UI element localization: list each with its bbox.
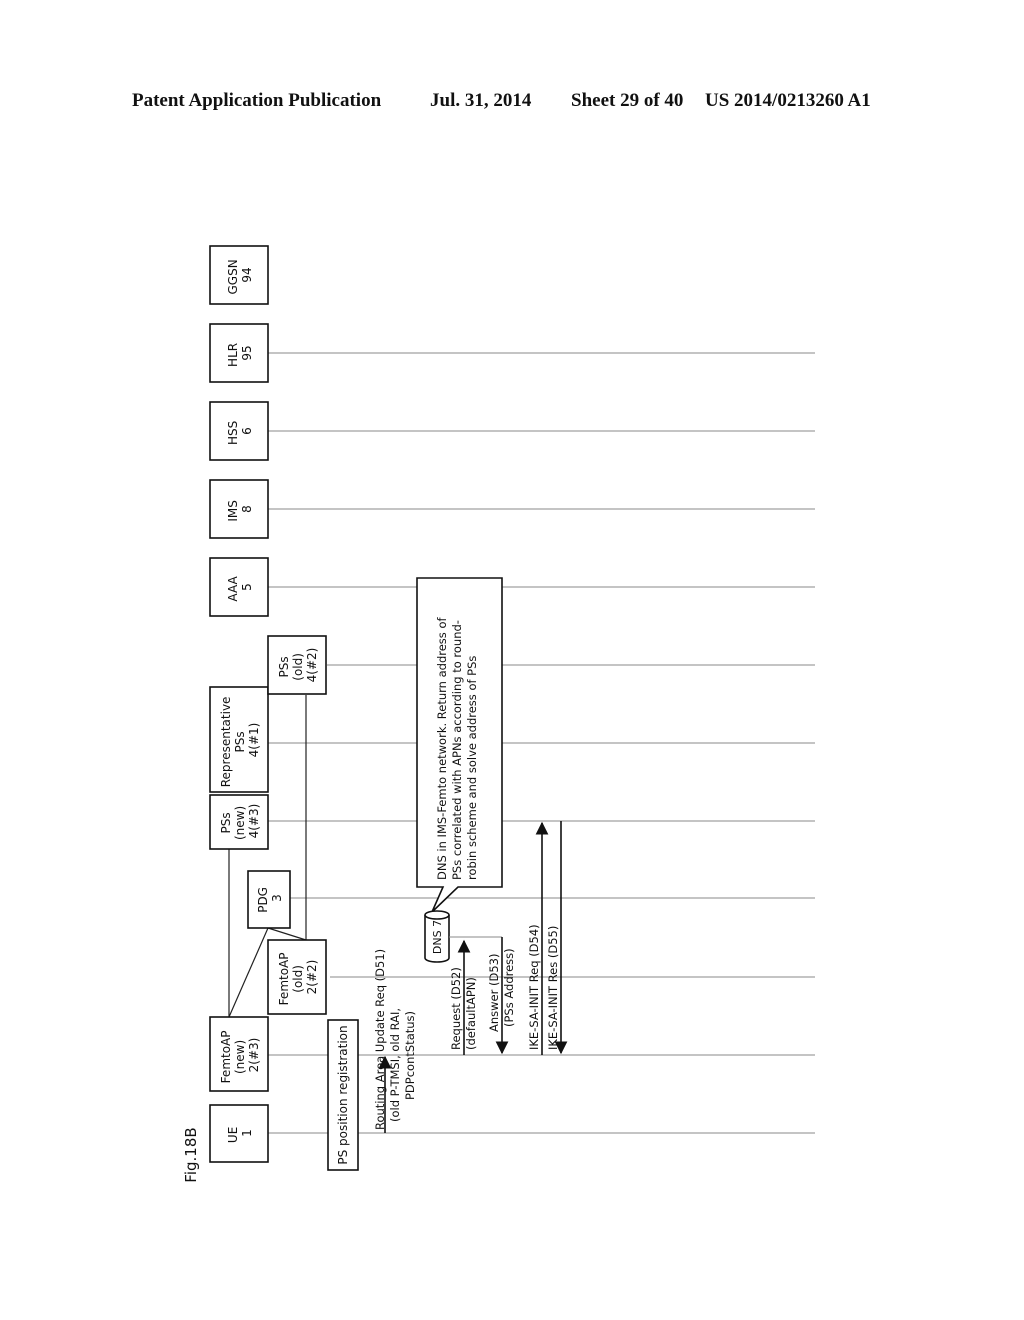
entity-label: PSs — [219, 812, 233, 833]
entity-aaa: AAA 5 — [209, 557, 269, 617]
entity-label: FemtoAP — [277, 953, 291, 1006]
entity-hss: HSS 6 — [209, 401, 269, 461]
entity-id: 6 — [240, 427, 254, 435]
entity-id: 4(#1) — [247, 723, 261, 758]
phase-label: PS position registration — [336, 1025, 350, 1164]
entity-label: PSs — [277, 656, 291, 677]
entity-hlr: HLR 95 — [209, 323, 269, 383]
message-d54: IKE-SA-INIT Req (D54) — [527, 821, 549, 1055]
svg-text:Routing Area Update Req (D51): Routing Area Update Req (D51) (old P-TMS… — [373, 945, 417, 1130]
entity-qualifier: PSs — [233, 731, 247, 752]
entity-pdg: PDG 3 — [247, 870, 291, 929]
svg-text:Answer (D53) (PSs Addres: Answer (D53) (PSs Address) — [487, 948, 516, 1032]
message-label: Request (D52) — [449, 967, 463, 1050]
entity-id: 4(#2) — [305, 648, 319, 683]
entity-id: 5 — [240, 583, 254, 591]
entity-label: AAA — [226, 575, 240, 601]
link-pdg-femto-old — [267, 927, 307, 941]
entity-femto-old: FemtoAP (old) 2(#2) — [267, 939, 327, 1015]
svg-text:PSs (old) 4(#2): PSs (old) 4(#2) — [277, 648, 319, 683]
entity-id: 4(#3) — [247, 804, 261, 839]
entity-qualifier: (old) — [291, 653, 305, 681]
phase-box: PS position registration — [327, 1019, 359, 1171]
entity-id: 94 — [240, 267, 254, 282]
entity-ims: IMS 8 — [209, 479, 269, 539]
figure-label: Fig.18B — [182, 1127, 200, 1182]
entity-qualifier: (new) — [233, 806, 247, 840]
message-label: Answer (D53) — [487, 954, 501, 1032]
entity-id: 2(#3) — [247, 1038, 261, 1073]
entity-pss-rep: Representative PSs 4(#1) — [209, 686, 269, 793]
entity-pss-new: PSs (new) 4(#3) — [209, 794, 269, 850]
entity-label: GGSN — [226, 259, 240, 294]
message-label: IKE-SA-INIT Req (D54) — [527, 924, 541, 1050]
entity-label: Representative — [219, 697, 233, 788]
entity-id: 8 — [240, 505, 254, 513]
entity-label: FemtoAP — [219, 1031, 233, 1084]
dns-note: DNS in IMS-Femto network. Return address… — [416, 577, 503, 913]
message-d51: Routing Area Update Req (D51) (old P-TMS… — [373, 945, 417, 1133]
message-label: IKE-SA-INIT Res (D55) — [546, 926, 560, 1050]
link-femto-new-pdg — [228, 927, 269, 1018]
entity-femto-new: FemtoAP (new) 2(#3) — [209, 1016, 269, 1092]
entity-id: 95 — [240, 345, 254, 360]
message-label: Routing Area Update Req (D51) — [373, 949, 387, 1130]
note-line: DNS in IMS-Femto network. Return address… — [435, 617, 449, 880]
message-params: PDPcontStatus) — [403, 1011, 417, 1100]
entity-ggsn: GGSN 94 — [209, 245, 269, 305]
entity-label: UE — [226, 1127, 240, 1143]
entity-ue: UE 1 — [209, 1104, 269, 1163]
note-line: robin scheme and solve address of PSs — [465, 656, 479, 880]
message-params: (defaultAPN) — [464, 977, 478, 1050]
entity-id: 1 — [240, 1129, 254, 1137]
message-d55: IKE-SA-INIT Res (D55) — [546, 821, 568, 1055]
entity-qualifier: (new) — [233, 1040, 247, 1074]
message-d52: Request (D52) (defaultAPN) — [449, 939, 478, 1055]
sequence-diagram: Fig.18B UE 1 FemtoAP (new) 2(#3) FemtoAP… — [182, 245, 815, 1183]
entity-label: PDG — [256, 887, 270, 913]
entity-id: 3 — [270, 894, 284, 902]
entity-qualifier: (old) — [291, 965, 305, 993]
entity-label: HLR — [226, 343, 240, 367]
message-params: (old P-TMSI, old RAI, — [388, 1008, 402, 1122]
entity-pss-old: PSs (old) 4(#2) — [267, 635, 327, 695]
message-d53: Answer (D53) (PSs Address) — [487, 937, 516, 1055]
entity-label: IMS — [226, 500, 240, 522]
entity-label: HSS — [226, 421, 240, 445]
dns-label: DNS 7 — [431, 920, 444, 954]
entity-id: 2(#2) — [305, 960, 319, 995]
note-line: PSs correlated with APNs according to ro… — [450, 620, 464, 880]
message-params: (PSs Address) — [502, 948, 516, 1027]
